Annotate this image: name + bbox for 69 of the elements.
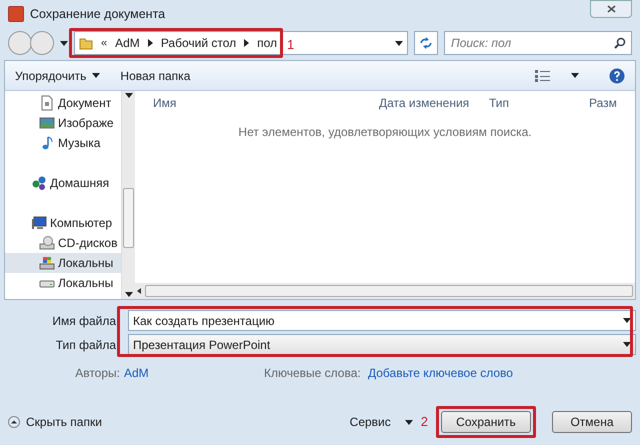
computer-icon [31, 215, 47, 231]
column-header[interactable]: Дата изменения [373, 94, 483, 112]
overflow-chevron[interactable]: « [101, 34, 108, 52]
caret-icon [404, 420, 413, 424]
homegroup-icon [31, 175, 47, 191]
new-folder-button[interactable]: Новая папка [120, 66, 190, 84]
breadcrumb-item[interactable]: AdM [115, 34, 140, 52]
sidebar-item[interactable]: Локальны [5, 273, 121, 293]
sidebar-item[interactable]: CD-дисков [5, 233, 121, 253]
sidebar-item[interactable]: Домашняя [5, 173, 121, 193]
history-caret-icon [60, 40, 68, 46]
window-title: Сохранение документа [30, 6, 166, 23]
service-button[interactable]: Сервис [350, 413, 413, 431]
scroll-up-icon [124, 93, 132, 98]
document-icon [39, 95, 55, 111]
column-header[interactable]: Тип [483, 94, 583, 112]
horizontal-scrollbar[interactable] [135, 283, 635, 299]
caret-icon [623, 342, 631, 347]
view-caret-icon [571, 73, 579, 78]
close-icon [606, 5, 616, 13]
caret-icon [623, 318, 631, 323]
refresh-button[interactable] [414, 31, 438, 55]
chevron-icon [244, 39, 250, 47]
cd-drive-icon [39, 235, 55, 251]
authors-link[interactable]: AdM [124, 364, 264, 382]
sidebar-scrollbar[interactable] [121, 91, 135, 299]
search-field[interactable]: Поиск: пол [444, 31, 632, 55]
column-header[interactable]: Разм [583, 94, 617, 112]
scroll-left-icon [137, 288, 141, 294]
caret-icon [395, 40, 403, 46]
annotation-number: 1 [287, 36, 294, 54]
scrollbar-thumb[interactable] [145, 285, 633, 297]
search-icon [614, 37, 626, 49]
field-label: Ключевые слова: [264, 365, 362, 382]
field-label: Имя файла [51, 312, 116, 330]
save-button[interactable]: Сохранить [441, 411, 531, 433]
help-icon[interactable] [609, 68, 625, 84]
forward-button[interactable] [30, 31, 54, 55]
caret-icon [92, 73, 100, 78]
field-label: Авторы: [74, 365, 121, 382]
sidebar-item[interactable]: Компьютер [5, 213, 121, 233]
chevron-icon [148, 39, 153, 47]
file-name-field[interactable]: Как создать презентацию [128, 310, 636, 331]
powerpoint-app-icon [8, 6, 24, 22]
sidebar-item[interactable]: Музыка [5, 133, 121, 153]
scrollbar-thumb[interactable] [123, 188, 134, 248]
file-type-dropdown[interactable]: Презентация PowerPoint [128, 334, 636, 355]
annotation-number: 2 [420, 413, 428, 432]
empty-message: Нет элементов, удовлетворяющих условиям поиска. [238, 124, 532, 141]
refresh-icon [419, 37, 433, 49]
breadcrumb-item[interactable]: Рабочий стол [160, 34, 236, 52]
keywords-link[interactable]: Добавьте ключевое слово [368, 364, 513, 382]
folder-icon [79, 36, 93, 50]
close-button[interactable] [590, 0, 632, 18]
sidebar-item[interactable]: Изображе [5, 113, 121, 133]
sidebar-item[interactable]: Документ [5, 93, 121, 113]
image-icon [39, 115, 55, 131]
back-button[interactable] [8, 31, 32, 55]
view-list-icon[interactable] [535, 70, 551, 82]
field-label: Тип файла [54, 336, 116, 354]
cancel-button[interactable]: Отмена [552, 411, 632, 433]
system-drive-icon [39, 255, 55, 271]
hide-folders-button[interactable]: Скрыть папки [8, 413, 102, 431]
scroll-down-icon [124, 292, 132, 297]
sidebar-item[interactable]: Локальны [5, 253, 121, 273]
breadcrumb-item[interactable]: пол [257, 34, 278, 52]
column-header[interactable]: Имя [135, 94, 373, 112]
collapse-icon [8, 416, 20, 428]
organize-button[interactable]: Упорядочить [15, 66, 100, 84]
